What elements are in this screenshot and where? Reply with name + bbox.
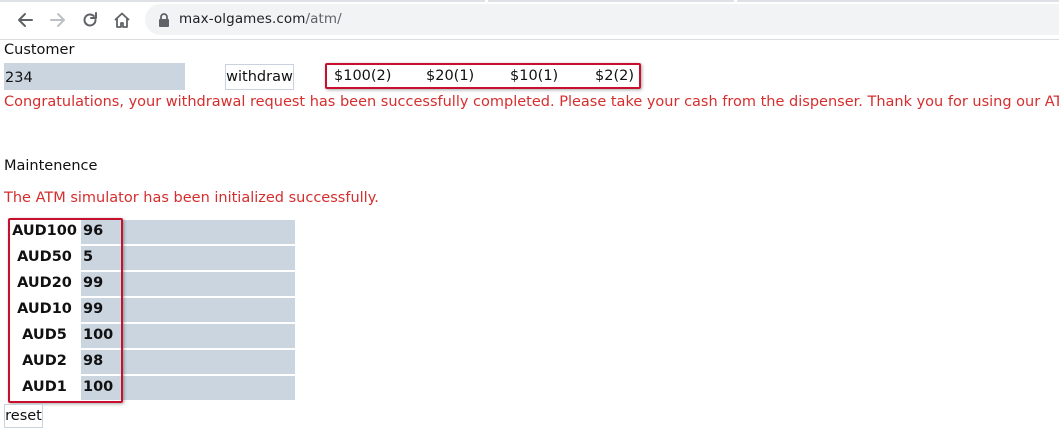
denomination-label: AUD5: [22, 327, 67, 343]
dispensed-note: $20(1): [426, 68, 475, 84]
denomination-input[interactable]: [81, 272, 295, 296]
lock-icon: [159, 13, 169, 27]
address-bar[interactable]: max-olgames.com/atm/: [145, 4, 1059, 35]
withdraw-amount-input[interactable]: [4, 63, 185, 90]
denomination-row: AUD20 99: [8, 272, 295, 296]
tab-strip-divider: [488, 0, 734, 2]
denomination-count[interactable]: 100: [83, 327, 113, 343]
withdraw-button[interactable]: withdraw: [225, 64, 294, 90]
customer-heading: Customer: [4, 42, 75, 58]
back-arrow-icon: [18, 13, 33, 27]
home-button[interactable]: [111, 9, 133, 31]
url-text: max-olgames.com/atm/: [179, 11, 342, 27]
denomination-row: AUD1 100: [8, 376, 295, 400]
reset-button[interactable]: reset: [4, 404, 43, 428]
denomination-row: AUD10 99: [8, 298, 295, 322]
denomination-input[interactable]: [81, 350, 295, 374]
tab-strip-divider: [737, 0, 1059, 2]
denomination-count[interactable]: 99: [83, 275, 103, 291]
denomination-count[interactable]: 96: [83, 223, 103, 239]
denomination-label: AUD20: [17, 275, 72, 291]
denomination-input[interactable]: [81, 298, 295, 322]
denomination-count[interactable]: 98: [83, 353, 103, 369]
denomination-count[interactable]: 5: [83, 249, 93, 265]
denomination-input[interactable]: [81, 246, 295, 270]
forward-arrow-icon: [50, 13, 65, 27]
forward-button[interactable]: [47, 9, 69, 31]
denomination-label: AUD1: [22, 379, 67, 395]
back-button[interactable]: [14, 9, 36, 31]
reload-icon: [83, 12, 97, 27]
denomination-count[interactable]: 99: [83, 301, 103, 317]
denomination-label: AUD2: [22, 353, 67, 369]
url-host: max-olgames.com: [179, 11, 306, 27]
dispensed-note: $100(2): [334, 68, 392, 84]
denomination-label: AUD50: [17, 249, 72, 265]
init-success-message: The ATM simulator has been initialized s…: [4, 190, 379, 206]
url-path: /atm/: [305, 11, 342, 27]
denomination-count[interactable]: 100: [83, 379, 113, 395]
denomination-input[interactable]: [81, 220, 295, 244]
tab-strip-divider: [0, 0, 485, 2]
denomination-row: AUD5 100: [8, 324, 295, 348]
denomination-label: AUD100: [12, 223, 77, 239]
withdrawal-success-message: Congratulations, your withdrawal request…: [4, 94, 1059, 110]
dispensed-note: $10(1): [510, 68, 559, 84]
browser-toolbar: max-olgames.com/atm/: [0, 0, 1059, 40]
dispensed-note: $2(2): [595, 68, 634, 84]
denomination-label: AUD10: [17, 301, 72, 317]
denomination-row: AUD100 96: [8, 220, 295, 244]
denomination-row: AUD2 98: [8, 350, 295, 374]
maintenance-heading: Maintenence: [4, 158, 98, 174]
denomination-row: AUD50 5: [8, 246, 295, 270]
home-icon: [114, 12, 130, 28]
dispensed-notes: $100(2) $20(1) $10(1) $2(2): [325, 63, 641, 89]
reload-button[interactable]: [79, 9, 101, 31]
